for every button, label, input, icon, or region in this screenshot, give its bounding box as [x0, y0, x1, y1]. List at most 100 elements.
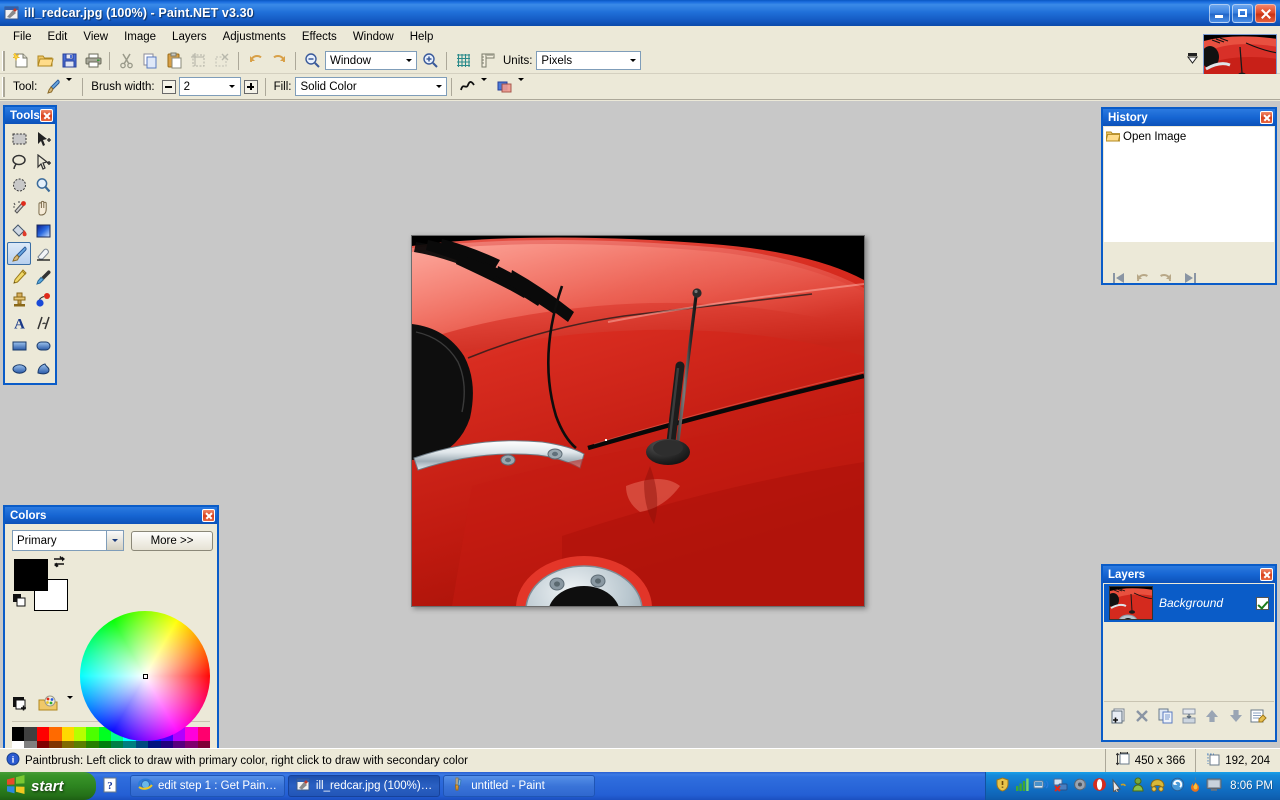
clock[interactable]: 8:06 PM	[1230, 780, 1273, 792]
units-combo[interactable]: Pixels	[536, 51, 641, 70]
close-icon[interactable]	[1260, 111, 1273, 124]
antialiasing-button[interactable]	[456, 76, 480, 98]
start-button[interactable]: start	[0, 772, 96, 800]
history-list[interactable]: Open Image	[1104, 127, 1274, 242]
move-selected-tool[interactable]	[31, 127, 55, 150]
close-icon[interactable]	[1260, 568, 1273, 581]
move-layer-down-button[interactable]	[1226, 706, 1246, 725]
magic-wand-tool[interactable]	[7, 196, 31, 219]
ellipse-select-tool[interactable]	[7, 173, 31, 196]
toolbar-grip[interactable]	[2, 51, 7, 71]
palette-swatch[interactable]	[24, 727, 36, 741]
color-wheel-picker[interactable]	[143, 674, 148, 679]
move-layer-up-button[interactable]	[1202, 706, 1222, 725]
colors-palette-title-bar[interactable]: Colors	[5, 507, 217, 524]
person-icon[interactable]	[1131, 777, 1145, 795]
delete-layer-button[interactable]	[1132, 706, 1152, 725]
move-selection-tool[interactable]	[31, 150, 55, 173]
close-button[interactable]	[1255, 4, 1276, 23]
paint-bucket-tool[interactable]	[7, 219, 31, 242]
paintbrush-tool[interactable]	[7, 242, 31, 265]
palette-swatch[interactable]	[62, 727, 74, 741]
undo-button[interactable]	[243, 50, 267, 72]
color-target-combo[interactable]: Primary	[12, 530, 124, 551]
image-canvas[interactable]	[411, 235, 865, 607]
menu-adjustments[interactable]: Adjustments	[215, 28, 294, 46]
primary-color-swatch[interactable]	[14, 559, 48, 591]
speaker-icon[interactable]	[1073, 777, 1088, 795]
zoom-out-button[interactable]	[300, 50, 324, 72]
chevron-down-icon[interactable]	[625, 52, 640, 69]
tool-dropdown-arrow[interactable]	[65, 81, 78, 93]
signal-icon[interactable]	[1014, 777, 1029, 795]
chevron-down-icon[interactable]	[106, 531, 123, 550]
chevron-down-icon[interactable]	[401, 52, 416, 69]
palette-swatch[interactable]	[185, 727, 197, 741]
text-tool[interactable]: A	[7, 311, 31, 334]
palette-swatch[interactable]	[198, 727, 210, 741]
opera-browser-icon[interactable]	[1092, 777, 1107, 795]
zoom-tool[interactable]	[31, 173, 55, 196]
menu-edit[interactable]: Edit	[40, 28, 76, 46]
history-item[interactable]: Open Image	[1106, 129, 1274, 145]
layer-properties-button[interactable]	[1249, 706, 1269, 725]
crop-to-selection-button[interactable]	[186, 50, 210, 72]
ellipse-tool[interactable]	[7, 357, 31, 380]
network-error-icon[interactable]	[1053, 777, 1069, 795]
tool-toolbar-grip[interactable]	[2, 77, 7, 97]
history-rewind-button[interactable]	[1107, 269, 1129, 287]
color-wheel[interactable]	[80, 611, 210, 741]
palette-swatch[interactable]	[12, 727, 24, 741]
zoom-level-combo[interactable]: Window	[325, 51, 417, 70]
taskbar-item-mspaint[interactable]: untitled - Paint	[443, 775, 595, 797]
copy-button[interactable]	[138, 50, 162, 72]
show-grid-button[interactable]	[451, 50, 475, 72]
flame-icon[interactable]	[1189, 777, 1202, 795]
more-button[interactable]: More >>	[131, 531, 213, 551]
line-curve-tool[interactable]	[31, 311, 55, 334]
rectangle-tool[interactable]	[7, 334, 31, 357]
history-palette-title-bar[interactable]: History	[1103, 109, 1275, 126]
minimize-button[interactable]	[1209, 4, 1230, 23]
pan-tool[interactable]	[31, 196, 55, 219]
duplicate-layer-button[interactable]	[1156, 706, 1176, 725]
layer-visibility-checkbox[interactable]	[1256, 597, 1269, 610]
tools-palette-title-bar[interactable]: Tools	[5, 107, 55, 124]
show-rulers-button[interactable]	[475, 50, 499, 72]
brush-width-decrease-button[interactable]	[162, 80, 176, 94]
recolor-tool[interactable]	[31, 288, 55, 311]
network-icon[interactable]	[1033, 777, 1049, 795]
save-image-button[interactable]	[57, 50, 81, 72]
cut-button[interactable]	[114, 50, 138, 72]
history-redo-button[interactable]	[1155, 269, 1177, 287]
monitor-icon[interactable]	[1206, 777, 1222, 795]
new-image-button[interactable]	[9, 50, 33, 72]
merge-layer-down-button[interactable]	[1179, 706, 1199, 725]
lasso-select-tool[interactable]	[7, 150, 31, 173]
palette-swatch[interactable]	[74, 727, 86, 741]
layers-palette-title-bar[interactable]: Layers	[1103, 566, 1275, 583]
menu-file[interactable]: File	[5, 28, 40, 46]
print-image-button[interactable]	[81, 50, 105, 72]
history-undo-button[interactable]	[1131, 269, 1153, 287]
close-icon[interactable]	[40, 109, 53, 122]
thumbnail-dropdown-handle[interactable]	[1186, 51, 1199, 70]
freeform-shape-tool[interactable]	[31, 357, 55, 380]
blend-mode-button[interactable]	[493, 76, 517, 98]
zoom-in-button[interactable]	[418, 50, 442, 72]
layer-row[interactable]: Background	[1104, 584, 1274, 622]
paste-button[interactable]	[162, 50, 186, 72]
menu-help[interactable]: Help	[402, 28, 442, 46]
shield-icon[interactable]	[995, 777, 1010, 795]
restore-button[interactable]	[1232, 4, 1253, 23]
menu-view[interactable]: View	[75, 28, 116, 46]
gradient-tool[interactable]	[31, 219, 55, 242]
open-image-button[interactable]	[33, 50, 57, 72]
history-fast-forward-button[interactable]	[1179, 269, 1201, 287]
clone-stamp-tool[interactable]	[7, 288, 31, 311]
menu-effects[interactable]: Effects	[294, 28, 345, 46]
redo-button[interactable]	[267, 50, 291, 72]
close-icon[interactable]	[202, 509, 215, 522]
telephone-icon[interactable]	[1149, 777, 1166, 795]
layers-list[interactable]: Background	[1104, 584, 1274, 702]
